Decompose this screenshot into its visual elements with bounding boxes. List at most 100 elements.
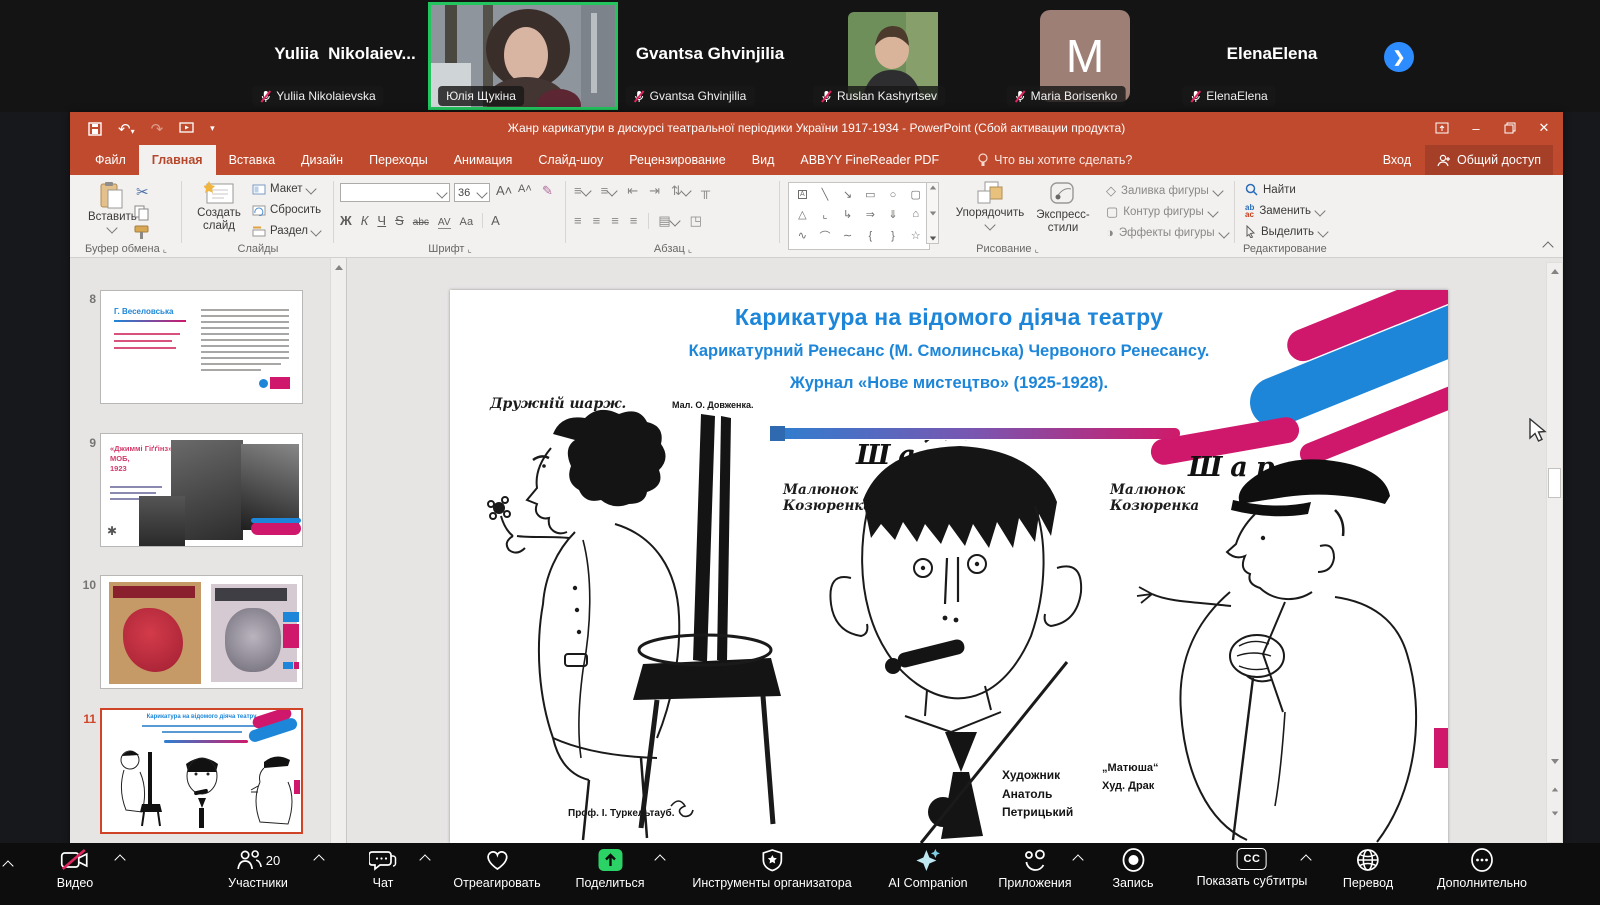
tab-animations[interactable]: Анимация <box>441 145 526 175</box>
undo-icon[interactable]: ↶▾ <box>118 120 135 138</box>
close-button[interactable]: ✕ <box>1527 116 1561 140</box>
previous-slide-button[interactable] <box>1548 782 1561 797</box>
dialog-launcher-icon[interactable]: ⌞ <box>163 244 167 254</box>
curve-shape-icon[interactable]: ∼ <box>843 229 852 242</box>
reactions-button[interactable]: Отреагировать <box>453 848 540 890</box>
align-right-icon[interactable]: ≡ <box>611 213 619 229</box>
cut-icon[interactable]: ✂ <box>136 183 149 201</box>
arrow-shape-icon[interactable]: ↘ <box>843 188 852 201</box>
host-tools-button[interactable]: Инструменты организатора <box>692 848 851 890</box>
tab-review[interactable]: Рецензирование <box>616 145 739 175</box>
right-brace-shape-icon[interactable]: } <box>891 230 895 242</box>
slide-thumbnail-8[interactable]: Г. Веселовська <box>100 290 303 404</box>
tab-view[interactable]: Вид <box>739 145 788 175</box>
text-direction-icon[interactable]: ╥ <box>701 183 710 199</box>
tab-design[interactable]: Дизайн <box>288 145 356 175</box>
arc-shape-icon[interactable]: ⌒ <box>819 228 830 244</box>
scroll-up-icon[interactable] <box>332 260 345 275</box>
chat-button[interactable]: Чат <box>369 848 397 890</box>
numbering-icon[interactable]: ≡ <box>601 183 617 199</box>
replace-button[interactable]: abac Заменить <box>1245 204 1324 218</box>
share-button[interactable]: Общий доступ <box>1425 145 1553 175</box>
rectangle-shape-icon[interactable]: ▭ <box>865 188 875 201</box>
more-button[interactable]: Дополнительно <box>1437 848 1527 890</box>
slide-thumbnail-10[interactable] <box>100 575 303 689</box>
reset-button[interactable]: Сбросить <box>252 204 321 216</box>
captions-button[interactable]: CC Показать субтитры <box>1197 848 1308 888</box>
left-brace-shape-icon[interactable]: { <box>868 230 872 242</box>
section-button[interactable]: Раздел <box>252 225 320 237</box>
participants-button[interactable]: 20 Участники <box>228 848 288 890</box>
paste-button[interactable]: Вставить <box>88 181 137 232</box>
collapse-ribbon-icon[interactable] <box>1542 241 1553 252</box>
line-spacing-icon[interactable]: ⇅ <box>671 183 690 199</box>
italic-button[interactable]: К <box>361 213 369 228</box>
shapes-gallery-scrollbar[interactable] <box>926 182 939 244</box>
convert-smartart-icon[interactable]: ◳ <box>690 213 702 229</box>
tab-transitions[interactable]: Переходы <box>356 145 441 175</box>
video-button[interactable]: Видео <box>57 848 94 890</box>
format-painter-icon[interactable] <box>134 225 150 240</box>
underline-button[interactable]: Ч <box>377 213 386 228</box>
select-button[interactable]: Выделить <box>1245 225 1327 238</box>
rounded-rect-shape-icon[interactable]: ▢ <box>910 188 920 201</box>
oval-shape-icon[interactable]: ○ <box>890 189 897 201</box>
scribble-shape-icon[interactable]: ∿ <box>798 229 807 242</box>
scroll-up-icon[interactable] <box>1548 264 1561 279</box>
thumbnail-panel-scrollbar[interactable] <box>330 258 347 843</box>
find-button[interactable]: Найти <box>1245 183 1296 196</box>
tab-file[interactable]: Файл <box>82 145 139 175</box>
arrange-button[interactable]: Упорядочить <box>952 181 1028 229</box>
increase-indent-icon[interactable]: ⇥ <box>649 183 660 199</box>
tell-me-box[interactable]: Что вы хотите сделать? <box>978 145 1132 175</box>
scrollbar-thumb[interactable] <box>1548 468 1561 498</box>
tab-home[interactable]: Главная <box>139 145 216 175</box>
elbow-connector-icon[interactable]: ⌞ <box>822 208 827 221</box>
line-shape-icon[interactable]: ╲ <box>822 188 829 201</box>
clear-formatting-icon[interactable]: ✎ <box>542 183 553 199</box>
shape-outline-button[interactable]: ▢Контур фигуры <box>1106 204 1217 220</box>
bullets-icon[interactable]: ≡ <box>574 183 590 199</box>
translate-button[interactable]: Перевод <box>1343 848 1393 890</box>
columns-icon[interactable]: ▤ <box>648 213 678 229</box>
shapes-gallery[interactable]: A ╲ ↘ ▭ ○ ▢ △ ⌞ ↳ ⇒ ⇓ ⌂ ∿ ⌒ ∼ { } <box>788 182 930 250</box>
shrink-font-icon[interactable]: А˄ <box>518 183 532 195</box>
quick-styles-button[interactable]: Экспресс-стили <box>1030 181 1096 235</box>
grow-font-icon[interactable]: А˄ <box>496 183 512 198</box>
bold-button[interactable]: Ж <box>340 213 352 228</box>
minimize-button[interactable]: – <box>1459 116 1493 140</box>
align-center-icon[interactable]: ≡ <box>593 213 601 229</box>
ai-companion-button[interactable]: AI Companion <box>888 848 967 890</box>
restore-button[interactable] <box>1493 116 1527 140</box>
character-spacing-button[interactable]: AV <box>438 217 451 229</box>
record-button[interactable]: Запись <box>1112 848 1153 890</box>
ppt-title-bar[interactable]: Жанр карикатури в дискурсі театральної п… <box>70 112 1563 145</box>
tab-abbyy[interactable]: ABBYY FineReader PDF <box>787 145 952 175</box>
scroll-down-icon[interactable] <box>1548 754 1561 769</box>
triangle-shape-icon[interactable]: △ <box>798 208 806 221</box>
dialog-launcher-icon[interactable]: ⌞ <box>468 244 472 254</box>
justify-icon[interactable]: ≡ <box>630 213 638 229</box>
shape-fill-button[interactable]: ◇Заливка фигуры <box>1106 183 1222 199</box>
textbox-shape-icon[interactable]: A <box>798 190 807 199</box>
elbow-arrow-connector-icon[interactable]: ↳ <box>843 208 852 221</box>
slide-thumbnail-11-current[interactable]: Карикатура на відомого діяча театру <box>100 708 303 834</box>
shape-effects-button[interactable]: ◑Эффекты фигуры <box>1106 225 1228 240</box>
sign-in-button[interactable]: Вход <box>1369 153 1425 167</box>
slide-thumbnail-9[interactable]: «Джиммі Гіґґінз». МОБ, 1923 ✱ <box>100 433 303 547</box>
font-size-combo[interactable]: 36 <box>454 183 490 202</box>
star-shape-icon[interactable]: ☆ <box>911 229 921 242</box>
change-case-button[interactable]: Аа <box>460 216 474 228</box>
right-arrow-shape-icon[interactable]: ⇒ <box>866 208 875 221</box>
new-slide-button[interactable]: Создать слайд <box>190 181 248 233</box>
tab-slideshow[interactable]: Слайд-шоу <box>525 145 616 175</box>
next-participants-button[interactable]: ❯ <box>1384 42 1414 72</box>
tab-insert[interactable]: Вставка <box>216 145 288 175</box>
ribbon-display-options-icon[interactable] <box>1425 116 1459 140</box>
next-slide-button[interactable] <box>1548 806 1561 821</box>
align-left-icon[interactable]: ≡ <box>574 213 582 229</box>
share-screen-button[interactable]: Поделиться <box>575 848 644 890</box>
dialog-launcher-icon[interactable]: ⌞ <box>1035 244 1039 254</box>
copy-icon[interactable] <box>134 205 150 221</box>
strikethrough-button[interactable]: S <box>395 213 404 228</box>
